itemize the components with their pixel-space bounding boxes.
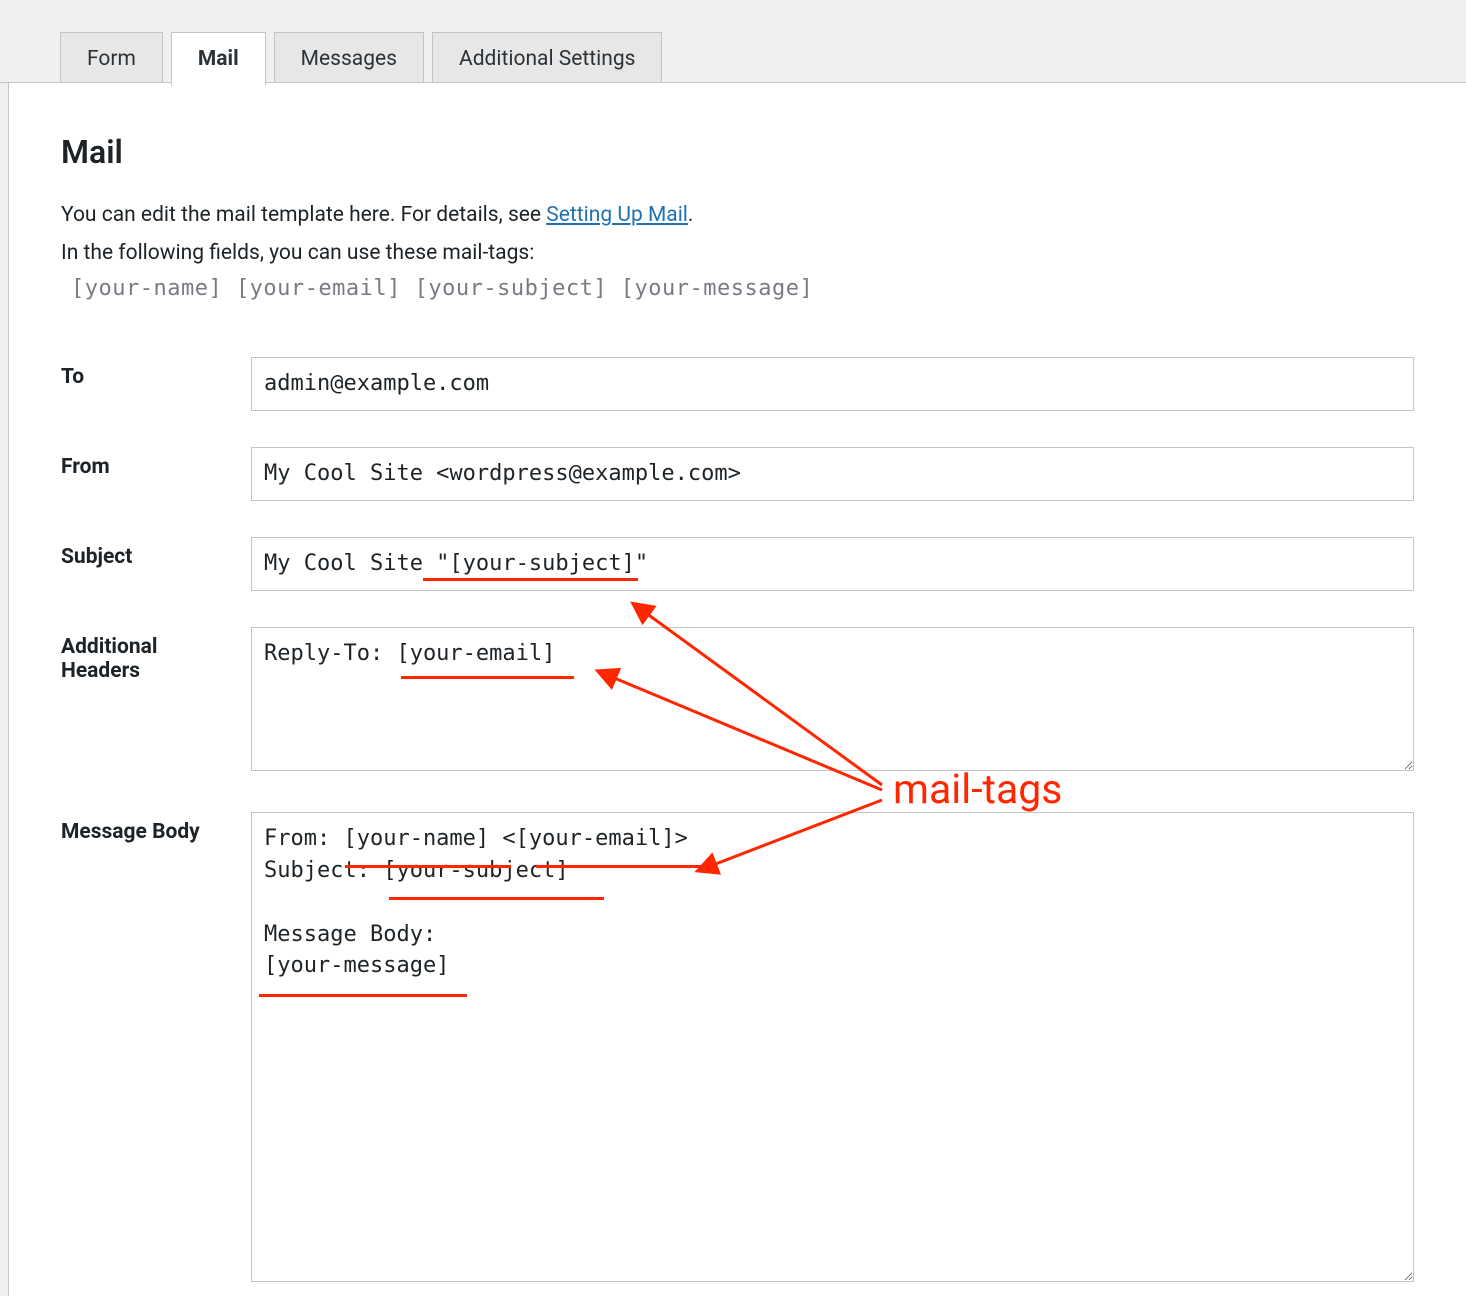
to-input[interactable] xyxy=(251,357,1414,411)
section-title: Mail xyxy=(61,133,1414,171)
from-label: From xyxy=(61,439,251,529)
mail-form: To From Subject Additional Headers Messa… xyxy=(61,349,1414,1296)
message-body-input[interactable] xyxy=(251,812,1414,1282)
mail-panel: Mail You can edit the mail template here… xyxy=(8,83,1466,1296)
intro-text-suffix: . xyxy=(688,203,694,227)
mail-tags-list: [your-name] [your-email] [your-subject] … xyxy=(61,276,1414,301)
intro-text: You can edit the mail template here. For… xyxy=(61,203,546,227)
tabs: Form Mail Messages Additional Settings xyxy=(0,0,1466,86)
message-body-label: Message Body xyxy=(61,804,251,1296)
from-input[interactable] xyxy=(251,447,1414,501)
tab-mail[interactable]: Mail xyxy=(171,32,266,86)
subject-label: Subject xyxy=(61,529,251,619)
tab-additional-settings[interactable]: Additional Settings xyxy=(432,32,662,86)
intro-line-2: In the following fields, you can use the… xyxy=(61,237,1414,271)
setting-up-mail-link[interactable]: Setting Up Mail xyxy=(546,203,688,227)
intro-line-1: You can edit the mail template here. For… xyxy=(61,199,1414,233)
tab-messages[interactable]: Messages xyxy=(274,32,424,86)
subject-input[interactable] xyxy=(251,537,1414,591)
tab-form[interactable]: Form xyxy=(60,32,163,86)
additional-headers-input[interactable] xyxy=(251,627,1414,771)
to-label: To xyxy=(61,349,251,439)
additional-headers-label: Additional Headers xyxy=(61,619,251,804)
